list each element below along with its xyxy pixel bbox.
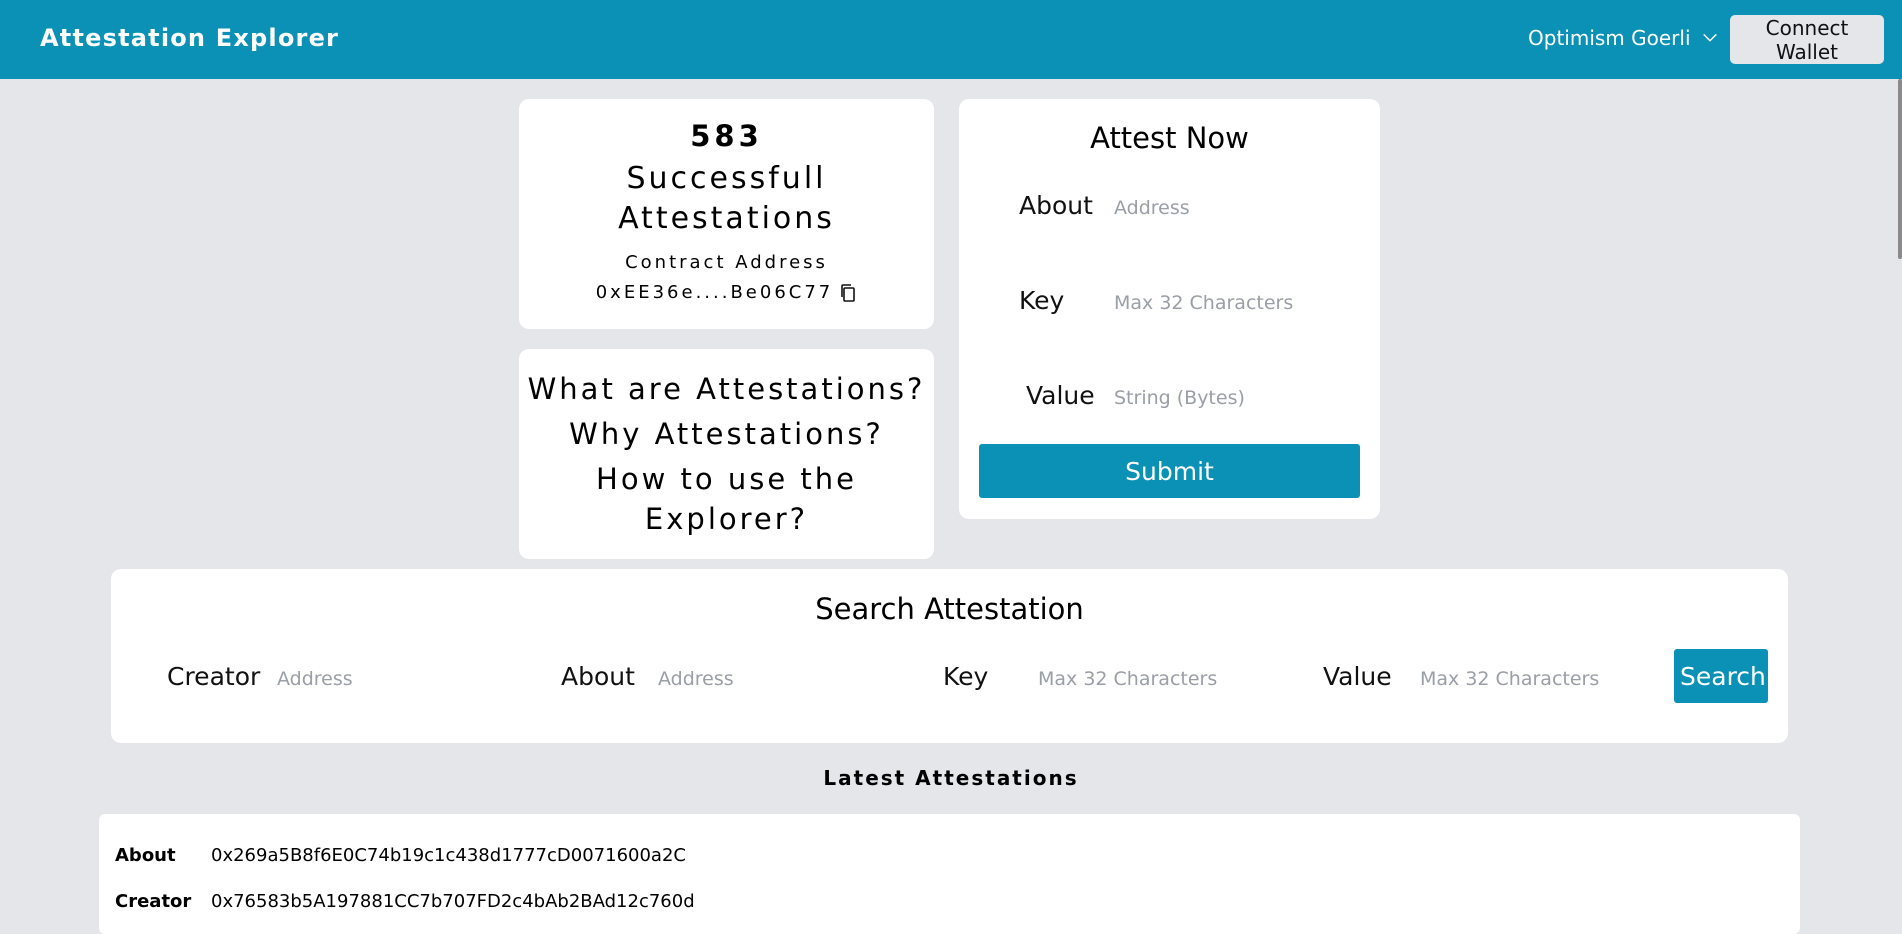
search-title: Search Attestation — [815, 592, 1084, 626]
top-navbar: Attestation Explorer Optimism Goerli Con… — [0, 0, 1902, 79]
app-title[interactable]: Attestation Explorer — [40, 24, 339, 52]
faq-how-link[interactable]: How to use the Explorer? — [519, 459, 934, 539]
attestation-count-label: Successfull Attestations — [618, 161, 835, 236]
faq-why-link[interactable]: Why Attestations? — [519, 414, 934, 454]
attest-about-label: About — [1019, 191, 1093, 220]
search-button[interactable]: Search — [1674, 649, 1768, 703]
copy-icon[interactable] — [839, 283, 857, 303]
contract-address: 0xEE36e....Be06C77 — [595, 282, 834, 303]
attest-key-label: Key — [1019, 286, 1065, 315]
search-about-label: About — [561, 662, 635, 691]
search-key-label: Key — [943, 662, 989, 691]
network-selector[interactable]: Optimism Goerli — [1528, 26, 1719, 50]
latest-creator-label: Creator — [115, 891, 192, 912]
search-key-input[interactable] — [1036, 664, 1236, 694]
latest-about-label: About — [115, 845, 176, 866]
attest-key-input[interactable] — [1112, 288, 1352, 318]
latest-about-value[interactable]: 0x269a5B8f6E0C74b19c1c438d1777cD0071600a… — [211, 845, 686, 866]
attest-value-label: Value — [1026, 381, 1095, 410]
page-scrollbar[interactable] — [1898, 79, 1902, 259]
attest-about-input[interactable] — [1112, 193, 1352, 223]
submit-button[interactable]: Submit — [979, 444, 1360, 498]
search-panel: Search Attestation Creator About Key Val… — [111, 569, 1788, 743]
attest-title: Attest Now — [1090, 121, 1249, 155]
attestation-count: 583 — [690, 119, 763, 153]
latest-attestation-item: About 0x269a5B8f6E0C74b19c1c438d1777cD00… — [99, 814, 1800, 934]
network-label: Optimism Goerli — [1528, 26, 1691, 50]
search-creator-label: Creator — [167, 662, 261, 691]
attest-value-input[interactable] — [1112, 383, 1352, 413]
faq-card: What are Attestations? Why Attestations?… — [519, 349, 934, 559]
search-about-input[interactable] — [656, 664, 856, 694]
connect-wallet-button[interactable]: Connect Wallet — [1730, 15, 1884, 64]
faq-what-link[interactable]: What are Attestations? — [519, 369, 934, 409]
contract-address-label: Contract Address — [625, 252, 828, 273]
contract-address-row: 0xEE36e....Be06C77 — [519, 282, 934, 303]
search-creator-input[interactable] — [275, 664, 475, 694]
search-value-input[interactable] — [1418, 664, 1618, 694]
chevron-down-icon — [1702, 33, 1717, 42]
stats-card: 583 Successfull Attestations Contract Ad… — [519, 99, 934, 329]
attest-form: Attest Now About Key Value Submit — [959, 99, 1380, 519]
latest-creator-value[interactable]: 0x76583b5A197881CC7b707FD2c4bAb2BAd12c76… — [211, 891, 695, 912]
latest-attestations-heading: Latest Attestations — [823, 766, 1079, 790]
search-value-label: Value — [1323, 662, 1392, 691]
